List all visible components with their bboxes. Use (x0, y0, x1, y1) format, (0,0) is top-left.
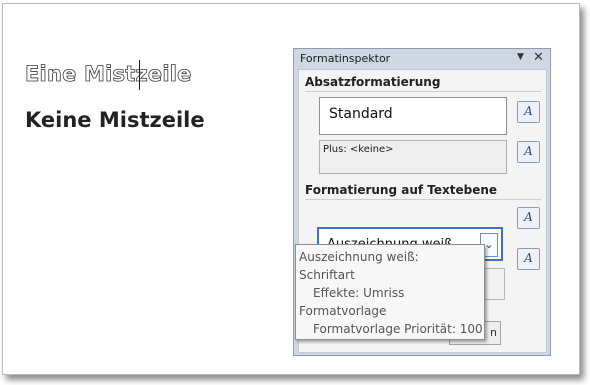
tooltip-line: Effekte: Umriss (313, 286, 405, 300)
panel-title-bar[interactable]: Formatinspektor ▼ ✕ (294, 49, 550, 69)
tooltip-line: Schriftart (299, 268, 355, 282)
tooltip-line: Auszeichnung weiß: (299, 250, 419, 264)
style-tooltip: Auszeichnung weiß: Schriftart Effekte: U… (295, 244, 485, 340)
pencil-format-icon[interactable]: A (517, 248, 540, 270)
document-page: Eine Mistzeile Keine Mistzeile Formatins… (2, 3, 580, 375)
pencil-format-icon[interactable]: A (517, 207, 540, 229)
paragraph-plus-box[interactable]: Plus: <keine> (319, 140, 507, 174)
tooltip-line: Formatvorlage Priorität: 100 (313, 322, 483, 336)
panel-title: Formatinspektor (300, 52, 391, 65)
section-divider (305, 199, 541, 200)
bold-text-line[interactable]: Keine Mistzeile (25, 108, 205, 132)
text-cursor (139, 60, 140, 90)
close-icon[interactable]: ✕ (533, 50, 544, 65)
pencil-format-icon[interactable]: A (517, 101, 540, 123)
tooltip-line: Formatvorlage (299, 304, 387, 318)
pencil-format-icon[interactable]: A (517, 141, 540, 163)
text-formatting-heading: Formatierung auf Textebene (305, 183, 498, 197)
show-all-button-label: n (490, 326, 497, 339)
section-divider (305, 91, 541, 92)
paragraph-formatting-heading: Absatzformatierung (305, 75, 441, 89)
chevron-down-icon[interactable]: ▼ (517, 52, 524, 62)
outlined-text-line[interactable]: Eine Mistzeile (25, 62, 192, 87)
paragraph-plus-text: Plus: <keine> (323, 144, 394, 155)
paragraph-style-name: Standard (329, 106, 393, 122)
paragraph-style-box[interactable]: Standard (319, 97, 507, 135)
